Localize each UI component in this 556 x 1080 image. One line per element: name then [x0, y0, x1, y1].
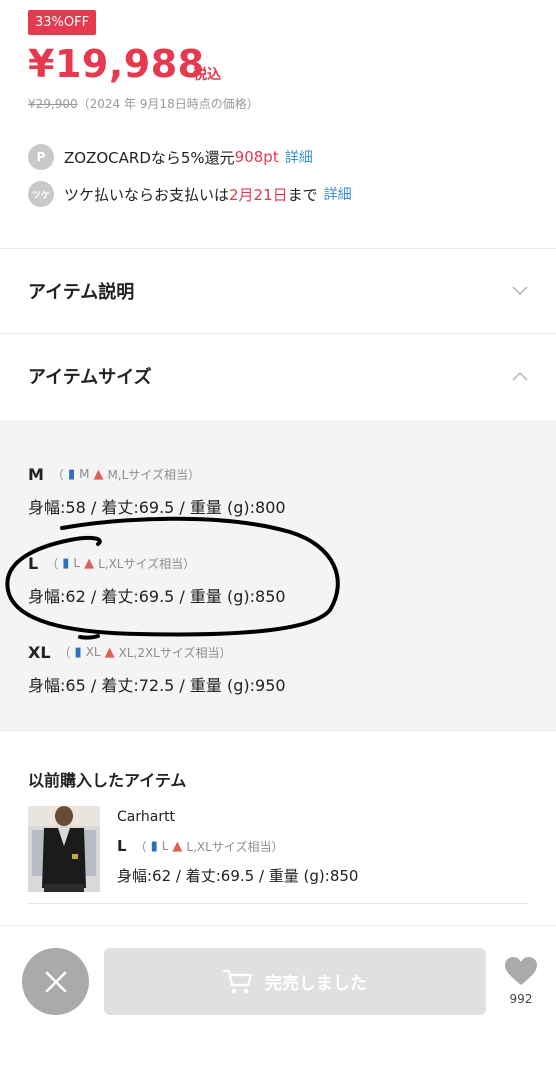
woman-figure-icon: ▲: [104, 644, 115, 660]
woman-size: M,Lサイズ相当: [107, 467, 188, 482]
size-name: M: [28, 464, 44, 484]
size-name: XL: [28, 642, 51, 662]
tsuke-icon: ツケ: [28, 181, 54, 207]
heart-icon: [505, 957, 537, 985]
brand-name[interactable]: Carhartt: [117, 809, 175, 825]
previous-size-detail: 身幅:62 / 着丈:69.5 / 重量 (g):850: [117, 867, 359, 885]
old-price-row: ¥29,900（2024 年 9月18日時点の価格）: [28, 95, 259, 112]
point-icon: P: [28, 144, 54, 170]
man-figure-icon: ▮: [62, 555, 70, 571]
size-detail: 身幅:58 / 着丈:69.5 / 重量 (g):800: [28, 498, 286, 517]
woman-size: L,XLサイズ相当: [186, 839, 272, 854]
divider: [28, 903, 528, 904]
zozocard-row: P ZOZOCARDなら5%還元 908pt 詳細: [28, 143, 313, 171]
item-description-label: アイテム説明: [28, 282, 135, 303]
paren-open: （: [134, 839, 147, 854]
man-size: L: [161, 839, 169, 853]
zozocard-text: ZOZOCARDなら5%還元: [64, 148, 235, 167]
bottom-action-bar: 完売しました 992: [0, 925, 556, 1080]
size-table: M （ ▮ M ▲ M,Lサイズ相当 ） 身幅:58 / 着丈:69.5 / 重…: [0, 420, 556, 730]
woman-figure-icon: ▲: [172, 838, 183, 854]
chevron-up-icon: [512, 371, 528, 381]
size-row-xl: XL （ ▮ XL ▲ XL,2XLサイズ相当 ） 身幅:65 / 着丈:72.…: [28, 642, 286, 696]
chevron-down-icon: [512, 286, 528, 296]
points-value: 908pt: [234, 148, 279, 166]
close-button[interactable]: [22, 948, 89, 1015]
woman-size: L,XLサイズ相当: [98, 556, 184, 571]
man-figure-icon: ▮: [67, 466, 76, 482]
man-size: L: [73, 556, 81, 570]
cart-icon: [223, 969, 253, 993]
item-size-toggle[interactable]: アイテムサイズ: [0, 334, 556, 418]
woman-size: XL,2XLサイズ相当: [118, 645, 220, 660]
size-name: L: [28, 553, 39, 573]
previous-size-row: L （ ▮ L ▲ L,XLサイズ相当 ）: [117, 837, 283, 855]
soldout-label: 完売しました: [265, 974, 367, 994]
product-thumbnail[interactable]: [28, 806, 100, 892]
old-price: ¥29,900: [28, 97, 78, 111]
discount-badge: 33%OFF: [28, 10, 97, 35]
man-size: XL: [85, 645, 101, 659]
size-name: L: [117, 837, 127, 855]
paren-open: （: [51, 467, 64, 482]
man-figure-icon: ▮: [74, 644, 82, 660]
paren-close: ）: [271, 839, 284, 854]
previous-purchase-section: 以前購入したアイテム Carhartt L （ ▮ L ▲ L,XLサイズ相当 …: [0, 731, 556, 921]
close-icon: [45, 971, 66, 992]
tsuke-text: ツケ払いならお支払いは: [64, 185, 230, 204]
woman-figure-icon: ▲: [84, 555, 95, 571]
tsuke-suffix: まで: [287, 185, 318, 204]
size-detail: 身幅:65 / 着丈:72.5 / 重量 (g):950: [28, 676, 286, 695]
zozocard-detail-link[interactable]: 詳細: [285, 147, 313, 167]
item-size-label: アイテムサイズ: [28, 367, 152, 388]
paren-open: （: [58, 645, 71, 660]
woman-figure-icon: ▲: [93, 466, 104, 482]
paren-close: ）: [219, 645, 232, 660]
tsuke-date: 2月21日: [229, 185, 288, 204]
old-price-note: （2024 年 9月18日時点の価格）: [77, 97, 259, 111]
price-section: 33%OFF ¥19,988 税込 ¥29,900（2024 年 9月18日時点…: [0, 0, 556, 248]
item-description-toggle[interactable]: アイテム説明: [0, 249, 556, 333]
paren-close: ）: [183, 556, 196, 571]
tax-label: 税込: [193, 67, 221, 83]
tsuke-row: ツケ ツケ払いならお支払いは 2月21日 まで 詳細: [28, 180, 352, 208]
paren-close: ）: [187, 467, 200, 482]
favorite-button[interactable]: 992: [502, 956, 540, 1006]
size-detail: 身幅:62 / 着丈:69.5 / 重量 (g):850: [28, 587, 286, 606]
paren-open: （: [46, 556, 59, 571]
previous-purchase-title: 以前購入したアイテム: [28, 771, 187, 790]
soldout-button[interactable]: 完売しました: [104, 948, 486, 1015]
current-price: ¥19,988: [28, 42, 205, 86]
vest-image-icon: [28, 806, 100, 892]
man-size: M: [79, 467, 90, 481]
favorite-count: 992: [509, 992, 533, 1006]
size-row-m: M （ ▮ M ▲ M,Lサイズ相当 ） 身幅:58 / 着丈:69.5 / 重…: [28, 464, 286, 518]
man-figure-icon: ▮: [150, 838, 158, 854]
tsuke-detail-link[interactable]: 詳細: [324, 184, 352, 204]
size-row-l: L （ ▮ L ▲ L,XLサイズ相当 ） 身幅:62 / 着丈:69.5 / …: [28, 553, 286, 607]
